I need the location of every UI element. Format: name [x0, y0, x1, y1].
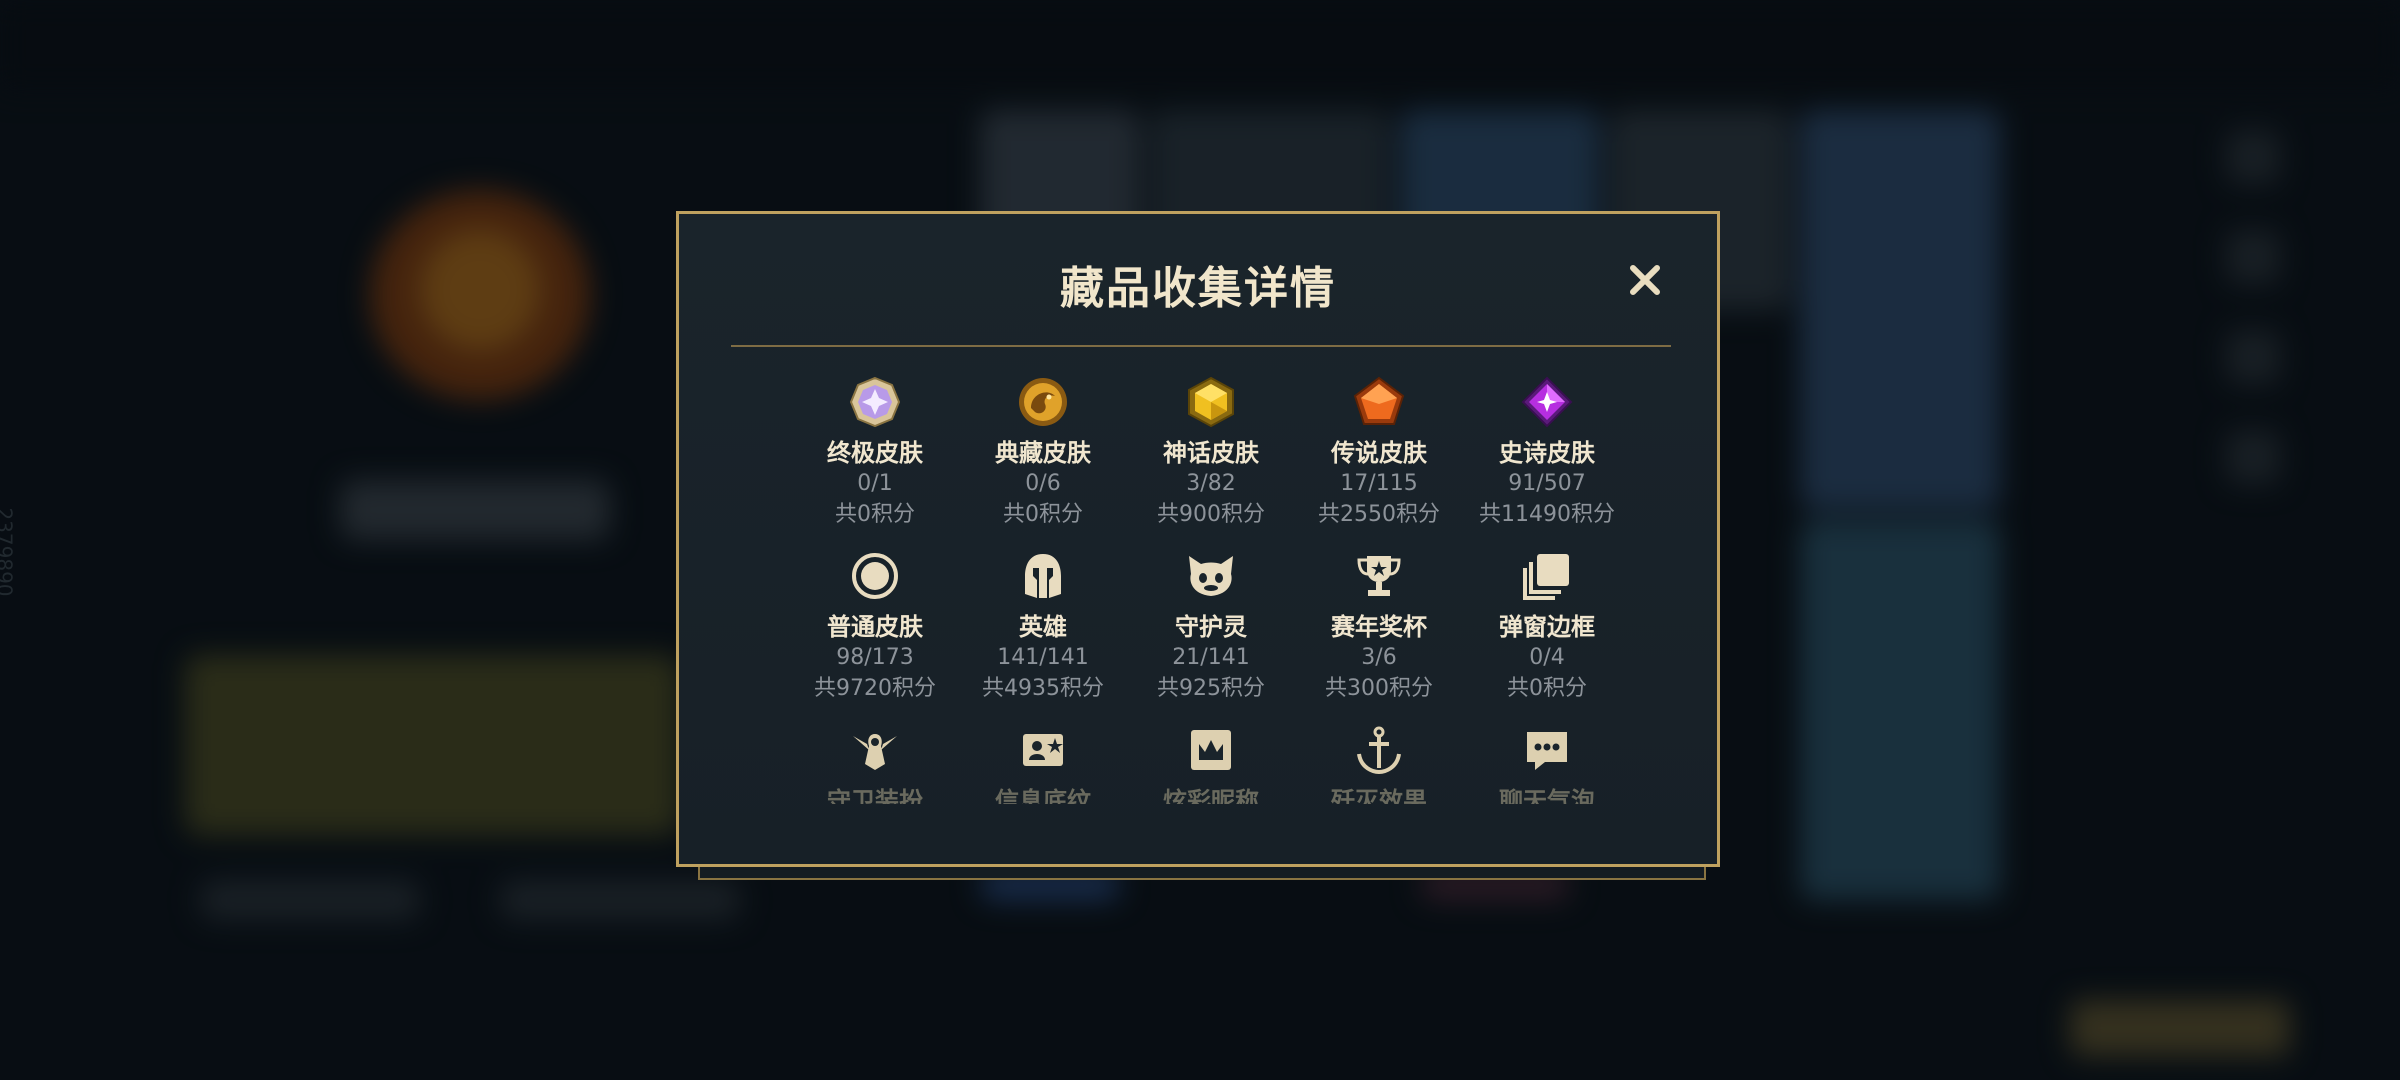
anchor-icon	[1351, 722, 1407, 778]
item-name: 炫彩昵称	[1163, 787, 1259, 804]
close-button[interactable]	[1623, 258, 1667, 302]
item-count: 0/1	[857, 471, 893, 496]
item-points: 共0积分	[1507, 676, 1587, 701]
collection-item-popup-frames[interactable]: 弹窗边框 0/4 共0积分	[1463, 548, 1631, 704]
item-points: 共9720积分	[814, 676, 936, 701]
collection-item-collector-skins[interactable]: 典藏皮肤 0/6 共0积分	[959, 374, 1127, 530]
item-count: 21/141	[1172, 645, 1250, 670]
item-count: 3/82	[1186, 471, 1236, 496]
item-name: 守护灵	[1175, 613, 1247, 641]
item-name: 普通皮肤	[827, 613, 923, 641]
item-name: 传说皮肤	[1331, 439, 1427, 467]
item-name: 神话皮肤	[1163, 439, 1259, 467]
ultimate-gem-icon	[847, 374, 903, 430]
collection-item-season-trophies[interactable]: 赛年奖杯 3/6 共300积分	[1295, 548, 1463, 704]
close-icon	[1630, 265, 1660, 295]
item-name: 史诗皮肤	[1499, 439, 1595, 467]
item-name: 信息底纹	[995, 787, 1091, 804]
item-count: 17/115	[1340, 471, 1418, 496]
collection-item-heroes[interactable]: 英雄 141/141 共4935积分	[959, 548, 1127, 704]
collection-details-dialog: 藏品收集详情 终极皮肤 0/1 共0积分 典藏皮肤 0/6 共0积分 神话皮肤 …	[676, 211, 1720, 867]
chat-bubble-icon	[1519, 722, 1575, 778]
collection-item-normal-skins[interactable]: 普通皮肤 98/173 共9720积分	[791, 548, 959, 704]
item-name: 英雄	[1019, 613, 1067, 641]
item-name: 守卫装扮	[827, 787, 923, 804]
dialog-title: 藏品收集详情	[1060, 263, 1336, 314]
collection-item-guardians[interactable]: 守护灵 21/141 共925积分	[1127, 548, 1295, 704]
item-name: 歼灭效果	[1331, 787, 1427, 804]
item-count: 0/6	[1025, 471, 1061, 496]
item-count: 98/173	[836, 645, 914, 670]
item-name: 聊天气泡	[1499, 787, 1595, 804]
item-count: 0/4	[1529, 645, 1565, 670]
collection-item-chat-bubbles[interactable]: 聊天气泡	[1463, 722, 1631, 804]
collection-item-ultimate-skins[interactable]: 终极皮肤 0/1 共0积分	[791, 374, 959, 530]
title-divider	[731, 345, 1671, 347]
collection-grid: 终极皮肤 0/1 共0积分 典藏皮肤 0/6 共0积分 神话皮肤 3/82 共9…	[791, 374, 1631, 804]
dragon-emblem-icon	[1015, 374, 1071, 430]
crown-name-icon	[1183, 722, 1239, 778]
mythic-gem-icon	[1183, 374, 1239, 430]
collection-item-kill-effects[interactable]: 歼灭效果	[1295, 722, 1463, 804]
ward-skin-icon	[847, 722, 903, 778]
guardian-pet-icon	[1183, 548, 1239, 604]
item-points: 共2550积分	[1318, 502, 1440, 527]
collection-item-epic-skins[interactable]: 史诗皮肤 91/507 共11490积分	[1463, 374, 1631, 530]
ring-icon	[847, 548, 903, 604]
collection-item-info-cards[interactable]: 信息底纹	[959, 722, 1127, 804]
collection-item-colorful-names[interactable]: 炫彩昵称	[1127, 722, 1295, 804]
item-points: 共11490积分	[1479, 502, 1615, 527]
item-count: 91/507	[1508, 471, 1586, 496]
collection-item-mythic-skins[interactable]: 神话皮肤 3/82 共900积分	[1127, 374, 1295, 530]
info-card-icon	[1015, 722, 1071, 778]
item-name: 终极皮肤	[827, 439, 923, 467]
epic-gem-icon	[1519, 374, 1575, 430]
item-points: 共300积分	[1325, 676, 1433, 701]
item-points: 共0积分	[1003, 502, 1083, 527]
item-count: 3/6	[1361, 645, 1397, 670]
trophy-icon	[1351, 548, 1407, 604]
item-points: 共4935积分	[982, 676, 1104, 701]
dialog-content: 藏品收集详情 终极皮肤 0/1 共0积分 典藏皮肤 0/6 共0积分 神话皮肤 …	[679, 214, 1717, 804]
item-name: 典藏皮肤	[995, 439, 1091, 467]
helmet-icon	[1015, 548, 1071, 604]
item-points: 共900积分	[1157, 502, 1265, 527]
collection-item-legendary-skins[interactable]: 传说皮肤 17/115 共2550积分	[1295, 374, 1463, 530]
item-points: 共0积分	[835, 502, 915, 527]
item-points: 共925积分	[1157, 676, 1265, 701]
collection-item-ward-skins[interactable]: 守卫装扮	[791, 722, 959, 804]
item-name: 赛年奖杯	[1331, 613, 1427, 641]
item-count: 141/141	[997, 645, 1089, 670]
stacked-frames-icon	[1519, 548, 1575, 604]
item-name: 弹窗边框	[1499, 613, 1595, 641]
legendary-gem-icon	[1351, 374, 1407, 430]
